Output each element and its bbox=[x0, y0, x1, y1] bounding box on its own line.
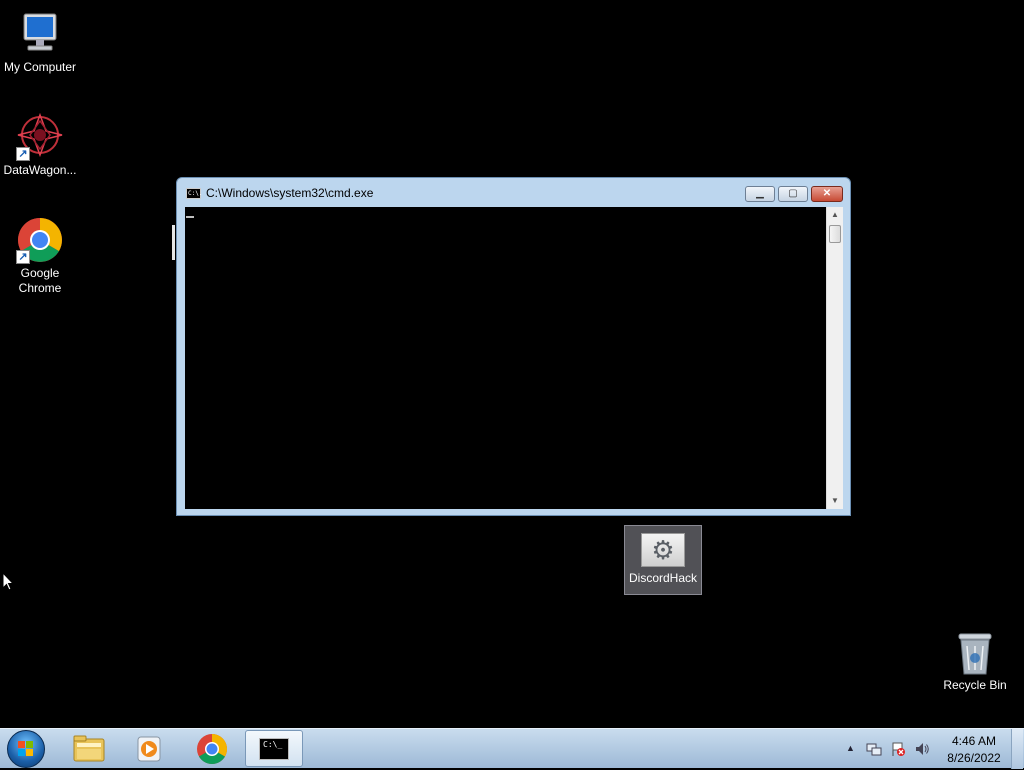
desktop-icon-my-computer[interactable]: My Computer bbox=[0, 10, 80, 75]
desktop-icon-recycle-bin[interactable]: Recycle Bin bbox=[935, 632, 1015, 693]
desktop-icon-google-chrome[interactable]: ↗ Google Chrome bbox=[0, 216, 80, 296]
scroll-up-icon[interactable]: ▲ bbox=[827, 207, 843, 223]
taskbar: C:\_ ▲ 4:46 AM 8/26/2022 bbox=[0, 728, 1024, 769]
cmd-window[interactable]: C:\. C:\Windows\system32\cmd.exe ▁ ▢ ✕ ▲… bbox=[176, 177, 851, 516]
chrome-icon bbox=[197, 734, 228, 765]
show-hidden-icons-button[interactable]: ▲ bbox=[846, 743, 855, 753]
clock-time: 4:46 AM bbox=[951, 734, 997, 748]
taskbar-explorer-button[interactable] bbox=[60, 730, 118, 767]
media-player-icon bbox=[137, 736, 161, 762]
datawagon-icon: ↗ bbox=[16, 112, 64, 161]
desktop-icon-label: Google Chrome bbox=[18, 266, 62, 295]
vertical-scrollbar[interactable]: ▲ ▼ bbox=[826, 207, 843, 509]
windows-start-icon bbox=[18, 741, 34, 757]
network-icon[interactable] bbox=[866, 741, 882, 760]
computer-icon bbox=[16, 10, 64, 58]
scroll-down-icon[interactable]: ▼ bbox=[827, 493, 843, 509]
chrome-icon: ↗ bbox=[16, 216, 64, 264]
desktop-icon-label: Recycle Bin bbox=[943, 678, 1007, 692]
console-area[interactable]: ▲ ▼ bbox=[185, 207, 843, 509]
taskbar-media-player-button[interactable] bbox=[120, 730, 178, 767]
cmd-icon: C:\_ bbox=[259, 738, 289, 760]
desktop-icon-label: My Computer bbox=[3, 60, 77, 74]
cmd-titlebar[interactable]: C:\. C:\Windows\system32\cmd.exe ▁ ▢ ✕ bbox=[177, 178, 850, 207]
show-desktop-button[interactable] bbox=[1011, 729, 1023, 769]
desktop-icon-discordhack[interactable]: ⚙ DiscordHack bbox=[624, 525, 702, 595]
maximize-button[interactable]: ▢ bbox=[778, 186, 808, 202]
folder-icon bbox=[73, 735, 105, 762]
taskbar-chrome-button[interactable] bbox=[183, 730, 241, 767]
cmd-icon: C:\. bbox=[186, 188, 203, 199]
volume-icon[interactable] bbox=[914, 741, 930, 760]
desktop-icon-datawagon[interactable]: ↗ DataWagon... bbox=[0, 112, 80, 178]
recycle-bin-icon bbox=[955, 632, 995, 676]
desktop-icon-label: DiscordHack bbox=[628, 571, 697, 585]
text-cursor bbox=[186, 216, 194, 218]
close-button[interactable]: ✕ bbox=[811, 186, 843, 202]
clock[interactable]: 4:46 AM 8/26/2022 bbox=[942, 733, 1006, 767]
desktop-icon-label: DataWagon... bbox=[3, 163, 77, 177]
action-center-flag-icon[interactable] bbox=[890, 741, 906, 760]
mouse-pointer-icon bbox=[2, 571, 15, 594]
offscreen-window-edge bbox=[172, 225, 175, 260]
gear-settings-icon: ⚙ bbox=[641, 533, 685, 567]
taskbar-cmd-button[interactable]: C:\_ bbox=[245, 730, 303, 767]
window-title: C:\Windows\system32\cmd.exe bbox=[206, 186, 374, 200]
clock-date: 8/26/2022 bbox=[947, 751, 1001, 765]
scrollbar-thumb[interactable] bbox=[829, 225, 841, 243]
shortcut-arrow-icon: ↗ bbox=[16, 250, 30, 264]
minimize-button[interactable]: ▁ bbox=[745, 186, 775, 202]
shortcut-arrow-icon: ↗ bbox=[16, 147, 30, 161]
start-button[interactable] bbox=[7, 730, 45, 768]
